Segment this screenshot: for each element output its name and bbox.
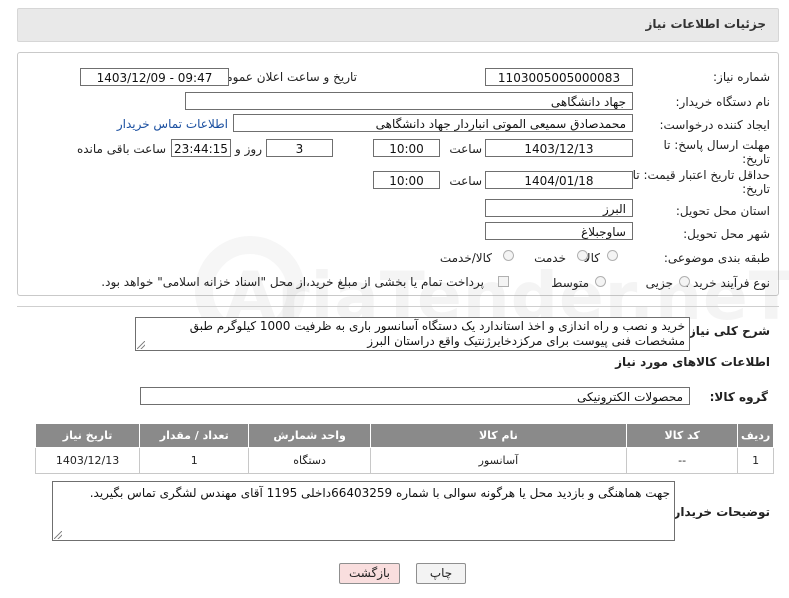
resize-handle-icon[interactable]	[137, 341, 145, 349]
deadline-time-label: ساعت	[449, 142, 482, 156]
buyer-contact-link[interactable]: اطلاعات تماس خریدار	[117, 117, 228, 131]
description-text: خرید و نصب و راه اندازی و اخذ استاندارد …	[189, 319, 685, 348]
purchase-partial-radio[interactable]	[679, 276, 690, 287]
buyer-org-field[interactable]: جهاد دانشگاهی	[185, 92, 633, 110]
cell-unit: دستگاه	[248, 447, 371, 474]
category-goods-service-radio[interactable]	[503, 250, 514, 261]
description-label: شرح کلی نیاز:	[684, 324, 770, 338]
buyer-notes-text: جهت هماهنگی و بازدید محل یا هرگونه سوالی…	[89, 486, 670, 500]
buyer-notes-textarea[interactable]: جهت هماهنگی و بازدید محل یا هرگونه سوالی…	[52, 481, 675, 541]
cell-quantity: 1	[139, 447, 250, 474]
col-quantity: تعداد / مقدار	[139, 423, 250, 448]
days-remaining-field[interactable]: 3	[266, 139, 333, 157]
goods-table: ردیف کد کالا نام کالا واحد شمارش تعداد /…	[34, 423, 774, 474]
announce-label: تاریخ و ساعت اعلان عمومی:	[212, 70, 357, 84]
province-field[interactable]: البرز	[485, 199, 633, 217]
purchase-partial-label: جزیی	[645, 276, 673, 290]
validity-time-field[interactable]: 10:00	[373, 171, 440, 189]
creator-label: ایجاد کننده درخواست:	[659, 118, 770, 132]
col-unit: واحد شمارش	[248, 423, 371, 448]
province-label: استان محل تحویل:	[675, 204, 770, 218]
cell-goods-code: --	[626, 447, 739, 474]
remaining-time-field[interactable]: 23:44:15	[171, 139, 231, 157]
treasury-checkbox[interactable]	[498, 276, 509, 287]
city-label: شهر محل تحویل:	[683, 227, 770, 241]
back-button[interactable]: بازگشت	[339, 563, 400, 584]
validity-date-field[interactable]: 1404/01/18	[485, 171, 633, 189]
col-goods-name: نام کالا	[369, 423, 628, 448]
col-goods-code: کد کالا	[626, 423, 739, 448]
col-row-number: ردیف	[737, 423, 774, 448]
page-header: جزئیات اطلاعات نیاز	[17, 8, 779, 42]
purchase-type-label: نوع فرآیند خرید :	[685, 276, 770, 290]
table-header-row: ردیف کد کالا نام کالا واحد شمارش تعداد /…	[34, 423, 774, 448]
cell-goods-name: آسانسور	[369, 447, 628, 474]
purchase-medium-radio[interactable]	[595, 276, 606, 287]
deadline-label-date: تاریخ:	[742, 152, 770, 166]
days-label: روز و	[235, 142, 262, 156]
buyer-org-label: نام دستگاه خریدار:	[675, 95, 771, 109]
goods-group-label: گروه کالا:	[709, 390, 768, 404]
page-title: جزئیات اطلاعات نیاز	[645, 17, 766, 31]
table-row[interactable]: 1 -- آسانسور دستگاه 1 1403/12/13	[34, 447, 774, 474]
validity-time-label: ساعت	[449, 174, 482, 188]
category-goods-radio[interactable]	[607, 250, 618, 261]
cell-row-number: 1	[737, 447, 774, 474]
creator-field[interactable]: محمدصادق سمیعی الموتی انباردار جهاد دانش…	[233, 114, 633, 132]
category-goods-service-label: کالا/خدمت	[439, 251, 492, 265]
city-field[interactable]: ساوجبلاغ	[485, 222, 633, 240]
need-number-field[interactable]: 1103005005000083	[485, 68, 633, 86]
col-need-date: تاریخ نیاز	[34, 423, 141, 448]
category-service-radio[interactable]	[577, 250, 588, 261]
announce-datetime-field[interactable]: 1403/12/09 - 09:47	[80, 68, 229, 86]
description-textarea[interactable]: خرید و نصب و راه اندازی و اخذ استاندارد …	[135, 317, 690, 351]
category-service-label: خدمت	[534, 251, 566, 265]
deadline-label: مهلت ارسال پاسخ: تا	[663, 138, 770, 152]
resize-handle-icon[interactable]	[54, 531, 62, 539]
validity-label-date: تاریخ:	[742, 182, 770, 196]
divider	[17, 306, 779, 307]
purchase-medium-label: متوسط	[551, 276, 589, 290]
print-button[interactable]: چاپ	[416, 563, 466, 584]
goods-group-field[interactable]: محصولات الکترونیکی	[140, 387, 690, 405]
goods-section-title: اطلاعات کالاهای مورد نیاز	[615, 355, 770, 369]
deadline-date-field[interactable]: 1403/12/13	[485, 139, 633, 157]
cell-need-date: 1403/12/13	[34, 447, 141, 474]
deadline-time-field[interactable]: 10:00	[373, 139, 440, 157]
treasury-note: پرداخت تمام یا بخشی از مبلغ خرید،از محل …	[101, 275, 484, 289]
validity-label: حداقل تاریخ اعتبار قیمت: تا	[632, 168, 770, 182]
category-label: طبقه بندی موضوعی:	[663, 251, 770, 265]
remaining-label: ساعت باقی مانده	[76, 142, 166, 156]
need-number-label: شماره نیاز:	[713, 70, 770, 84]
buyer-notes-label: توضیحات خریدار:	[668, 505, 770, 519]
